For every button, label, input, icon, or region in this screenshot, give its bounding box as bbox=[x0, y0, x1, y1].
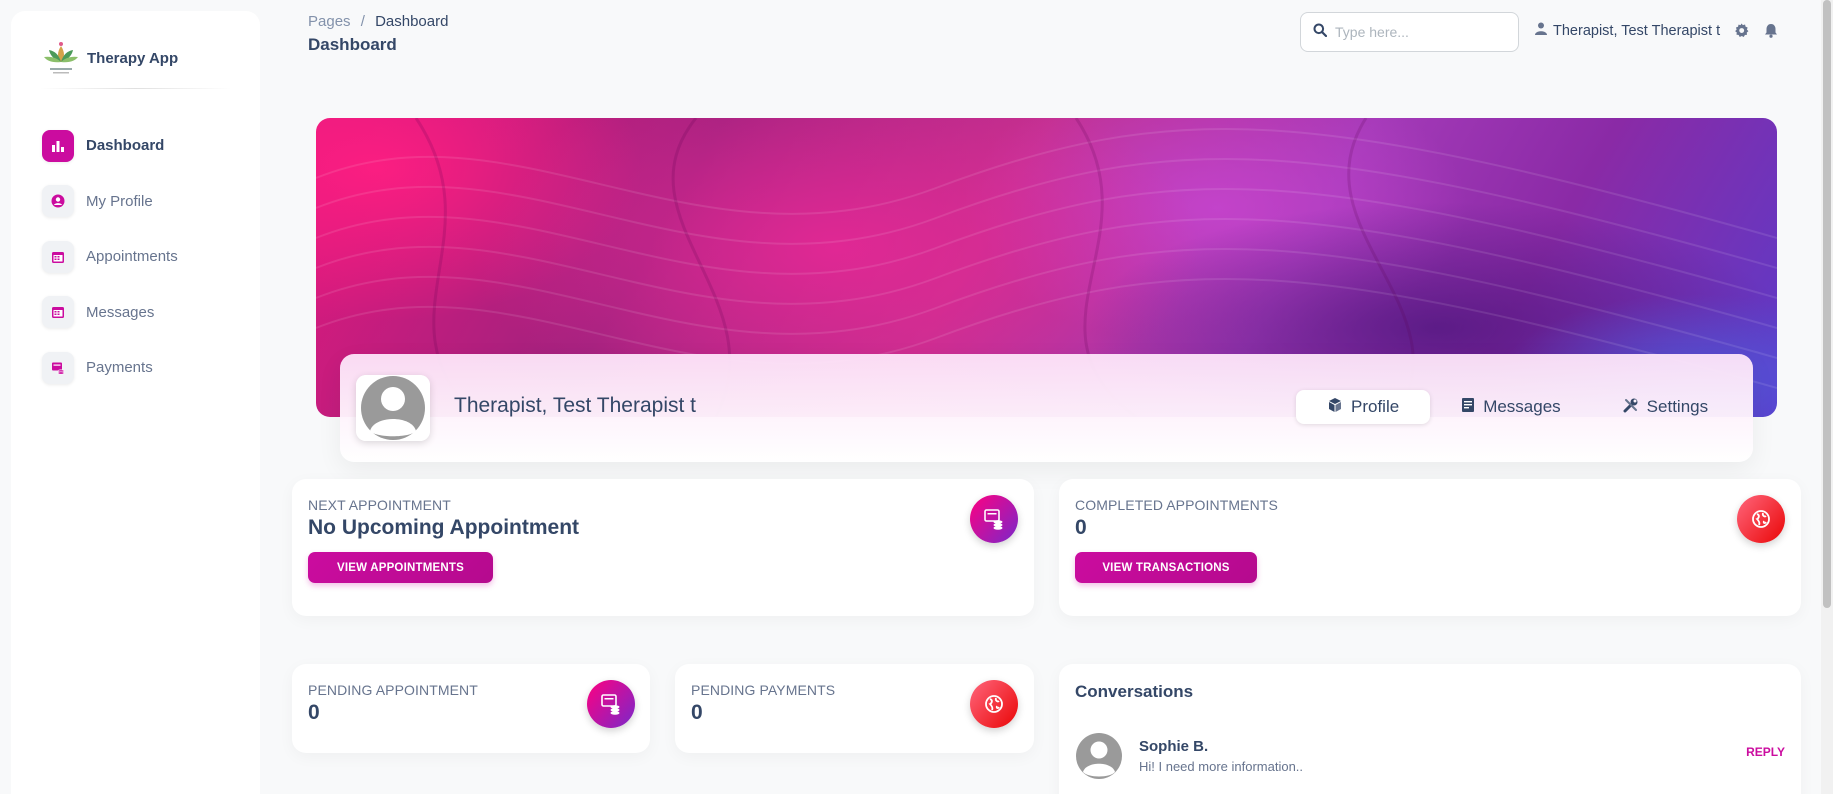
card-value: 0 bbox=[691, 701, 703, 724]
user-circle-icon bbox=[42, 185, 74, 218]
conversations-title: Conversations bbox=[1075, 682, 1194, 701]
brand[interactable]: Therapy App bbox=[41, 33, 178, 83]
tools-icon bbox=[1623, 397, 1639, 418]
sidebar-item-payments[interactable]: Payments bbox=[42, 340, 242, 396]
breadcrumb-separator: / bbox=[360, 13, 365, 30]
conversations-card: Conversations Sophie B. Hi! I need more … bbox=[1059, 664, 1801, 794]
sidebar-item-label: Appointments bbox=[86, 248, 178, 266]
calendar-icon bbox=[42, 240, 74, 273]
card-label: Completed Appointments bbox=[1075, 497, 1278, 513]
globe-icon bbox=[1737, 495, 1785, 543]
conversation-preview: Hi! I need more information.. bbox=[1139, 759, 1304, 774]
search-box bbox=[1300, 12, 1519, 52]
calendar-icon bbox=[42, 296, 74, 329]
gear-icon[interactable] bbox=[1734, 23, 1749, 43]
view-transactions-button[interactable]: VIEW TRANSACTIONS bbox=[1075, 552, 1257, 583]
next-appointment-card: Next Appointment No Upcoming Appointment… bbox=[292, 479, 1034, 616]
avatar bbox=[356, 375, 430, 441]
reply-button[interactable]: REPLY bbox=[1746, 745, 1785, 759]
avatar bbox=[1075, 732, 1123, 780]
globe-icon bbox=[970, 680, 1018, 728]
profile-name: Therapist, Test Therapist t bbox=[454, 394, 697, 417]
pending-appointment-card: Pending Appointment 0 bbox=[292, 664, 650, 753]
sidebar-item-dashboard[interactable]: Dashboard bbox=[42, 118, 242, 174]
payment-icon bbox=[587, 680, 635, 728]
user-menu[interactable]: Therapist, Test Therapist t bbox=[1535, 22, 1720, 39]
breadcrumb-current: Dashboard bbox=[375, 13, 449, 30]
tab-label: Settings bbox=[1646, 397, 1709, 416]
completed-appointments-card: Completed Appointments 0 VIEW TRANSACTIO… bbox=[1059, 479, 1801, 616]
bell-icon[interactable] bbox=[1764, 23, 1778, 43]
search-icon bbox=[1313, 23, 1328, 42]
card-label: Pending Appointment bbox=[308, 682, 478, 698]
card-value: 0 bbox=[308, 701, 320, 724]
sidebar-item-my-profile[interactable]: My Profile bbox=[42, 174, 242, 230]
user-name: Therapist, Test Therapist t bbox=[1553, 22, 1721, 39]
sidebar-item-label: My Profile bbox=[86, 192, 153, 210]
card-value: No Upcoming Appointment bbox=[308, 516, 580, 539]
card-label: Pending Payments bbox=[691, 682, 836, 698]
tab-messages[interactable]: Messages bbox=[1430, 390, 1591, 424]
breadcrumb: Pages / Dashboard bbox=[308, 13, 448, 30]
sidebar-item-label: Dashboard bbox=[86, 137, 165, 155]
scrollbar[interactable] bbox=[1821, 0, 1833, 794]
payment-icon bbox=[970, 495, 1018, 543]
document-icon bbox=[1461, 397, 1475, 418]
scrollbar-thumb[interactable] bbox=[1823, 0, 1831, 608]
tab-settings[interactable]: Settings bbox=[1592, 390, 1739, 424]
sidebar-nav: Dashboard My Profile Appointments Messag… bbox=[42, 118, 242, 396]
card-value: 0 bbox=[1075, 516, 1087, 539]
lotus-logo-icon bbox=[41, 38, 81, 78]
tab-label: Messages bbox=[1483, 397, 1561, 416]
payment-icon bbox=[42, 351, 74, 384]
view-appointments-button[interactable]: VIEW APPOINTMENTS bbox=[308, 552, 493, 583]
card-label: Next Appointment bbox=[308, 497, 451, 513]
bar-chart-icon bbox=[42, 129, 74, 162]
sidebar-item-label: Payments bbox=[86, 359, 153, 377]
profile-tabs: Profile Messages Settings bbox=[1296, 390, 1739, 424]
sidebar-item-appointments[interactable]: Appointments bbox=[42, 229, 242, 285]
brand-name: Therapy App bbox=[87, 49, 179, 67]
pending-payments-card: Pending Payments 0 bbox=[675, 664, 1034, 753]
conversation-name: Sophie B. bbox=[1139, 738, 1209, 755]
cube-icon bbox=[1327, 397, 1343, 418]
sidebar-item-messages[interactable]: Messages bbox=[42, 285, 242, 341]
divider bbox=[39, 88, 232, 89]
sidebar: Therapy App Dashboard My Profile Appoint… bbox=[11, 11, 260, 794]
profile-header: Therapist, Test Therapist t Profile Mess… bbox=[340, 354, 1753, 462]
search-input[interactable] bbox=[1335, 24, 1505, 40]
tab-label: Profile bbox=[1351, 397, 1400, 416]
tab-profile[interactable]: Profile bbox=[1296, 390, 1431, 424]
list-item: Sophie B. Hi! I need more information.. … bbox=[1075, 732, 1785, 782]
breadcrumb-root[interactable]: Pages bbox=[308, 13, 351, 30]
page-title: Dashboard bbox=[308, 35, 397, 54]
sidebar-item-label: Messages bbox=[86, 303, 155, 321]
user-icon bbox=[1535, 22, 1547, 39]
